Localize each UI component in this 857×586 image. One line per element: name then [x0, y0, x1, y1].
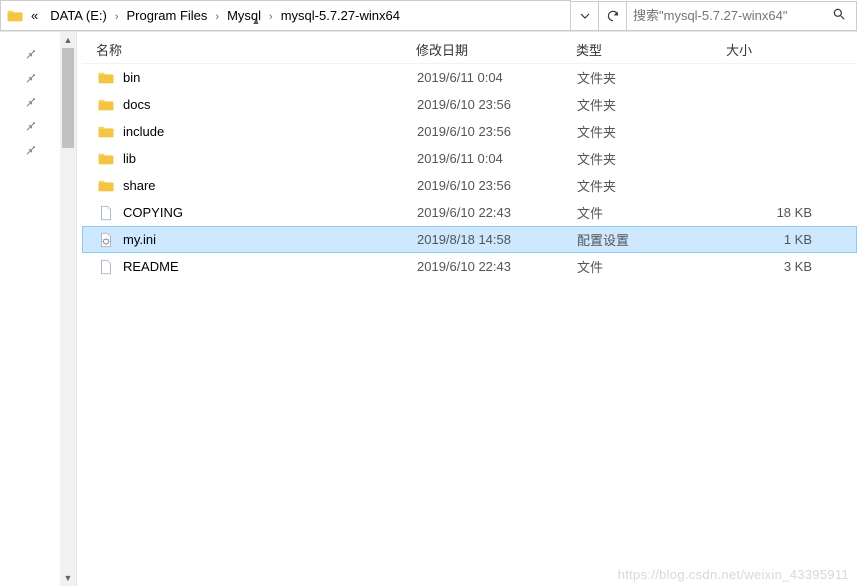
scroll-up-icon[interactable]: ▲: [60, 32, 76, 48]
file-name: bin: [123, 70, 140, 85]
pin-column: [0, 32, 60, 586]
file-type: 文件夹: [577, 122, 727, 141]
main-area: ▲ ▼ ▲ 名称▾ 修改日期▾ 类型▾ 大小▾ bin 2019/6/11 0:0…: [0, 32, 857, 586]
file-name: include: [123, 124, 164, 139]
file-type: 配置设置: [577, 230, 727, 249]
quick-access-pane: ▲ ▼: [0, 32, 82, 586]
pin-icon[interactable]: [0, 88, 60, 112]
address-dropdown-button[interactable]: [571, 1, 599, 31]
file-name: COPYING: [123, 205, 183, 220]
file-date: 2019/6/10 22:43: [417, 259, 577, 274]
file-date: 2019/6/11 0:04: [417, 70, 577, 85]
folder-icon: [5, 6, 25, 26]
file-date: 2019/6/10 23:56: [417, 124, 577, 139]
file-date: 2019/6/10 22:43: [417, 205, 577, 220]
file-icon: [97, 204, 115, 222]
column-header-type[interactable]: 类型▾: [576, 40, 726, 59]
folder-icon: [97, 69, 115, 87]
file-list-pane: ▲ 名称▾ 修改日期▾ 类型▾ 大小▾ bin2019/6/11 0:04文件夹…: [82, 32, 857, 586]
file-row[interactable]: my.ini 2019/8/18 14:58配置设置1 KB: [82, 226, 857, 253]
file-size: 18 KB: [727, 205, 856, 220]
folder-icon: [97, 150, 115, 168]
file-row[interactable]: README 2019/6/10 22:43文件3 KB: [82, 253, 857, 280]
file-size: 1 KB: [727, 232, 856, 247]
search-icon[interactable]: [828, 7, 850, 24]
file-type: 文件: [577, 203, 727, 222]
file-row[interactable]: lib 2019/6/11 0:04文件夹: [82, 145, 857, 172]
column-header-name[interactable]: 名称▾: [96, 40, 416, 59]
file-icon: [97, 258, 115, 276]
column-header-label: 名称: [96, 40, 122, 59]
column-header-label: 类型: [576, 40, 602, 59]
file-name: my.ini: [123, 232, 156, 247]
file-name: docs: [123, 97, 150, 112]
scroll-down-icon[interactable]: ▼: [60, 570, 76, 586]
file-row[interactable]: docs 2019/6/10 23:56文件夹: [82, 91, 857, 118]
folder-icon: [97, 96, 115, 114]
file-row[interactable]: COPYING 2019/6/10 22:43文件18 KB: [82, 199, 857, 226]
ini-icon: [97, 231, 115, 249]
column-header-date[interactable]: 修改日期▾: [416, 40, 576, 59]
file-row[interactable]: bin 2019/6/11 0:04文件夹: [82, 64, 857, 91]
column-headers: 名称▾ 修改日期▾ 类型▾ 大小▾: [82, 36, 857, 64]
column-header-label: 大小: [726, 40, 752, 59]
file-date: 2019/6/11 0:04: [417, 151, 577, 166]
search-input[interactable]: [633, 8, 828, 23]
file-date: 2019/8/18 14:58: [417, 232, 577, 247]
file-size: 3 KB: [727, 259, 856, 274]
sort-indicator-icon: ▲: [96, 16, 416, 24]
column-header-size[interactable]: 大小▾: [726, 40, 857, 59]
pin-icon[interactable]: [0, 40, 60, 64]
file-type: 文件: [577, 257, 727, 276]
search-box[interactable]: [627, 1, 857, 31]
pin-icon[interactable]: [0, 136, 60, 160]
pin-icon[interactable]: [0, 64, 60, 88]
folder-icon: [97, 123, 115, 141]
nav-scrollbar[interactable]: ▲ ▼: [60, 32, 77, 586]
refresh-button[interactable]: [599, 1, 627, 31]
column-header-label: 修改日期: [416, 40, 468, 59]
file-rows: bin2019/6/11 0:04文件夹docs2019/6/10 23:56文…: [82, 64, 857, 280]
file-name: README: [123, 259, 179, 274]
file-type: 文件夹: [577, 149, 727, 168]
file-type: 文件夹: [577, 176, 727, 195]
file-row[interactable]: include 2019/6/10 23:56文件夹: [82, 118, 857, 145]
breadcrumb-truncated[interactable]: «: [25, 8, 44, 23]
scroll-thumb[interactable]: [62, 48, 74, 148]
file-type: 文件夹: [577, 95, 727, 114]
file-date: 2019/6/10 23:56: [417, 97, 577, 112]
folder-icon: [97, 177, 115, 195]
file-row[interactable]: share 2019/6/10 23:56文件夹: [82, 172, 857, 199]
file-name: share: [123, 178, 156, 193]
file-date: 2019/6/10 23:56: [417, 178, 577, 193]
pin-icon[interactable]: [0, 112, 60, 136]
watermark: https://blog.csdn.net/weixin_43395911: [618, 567, 849, 582]
file-name: lib: [123, 151, 136, 166]
file-type: 文件夹: [577, 68, 727, 87]
